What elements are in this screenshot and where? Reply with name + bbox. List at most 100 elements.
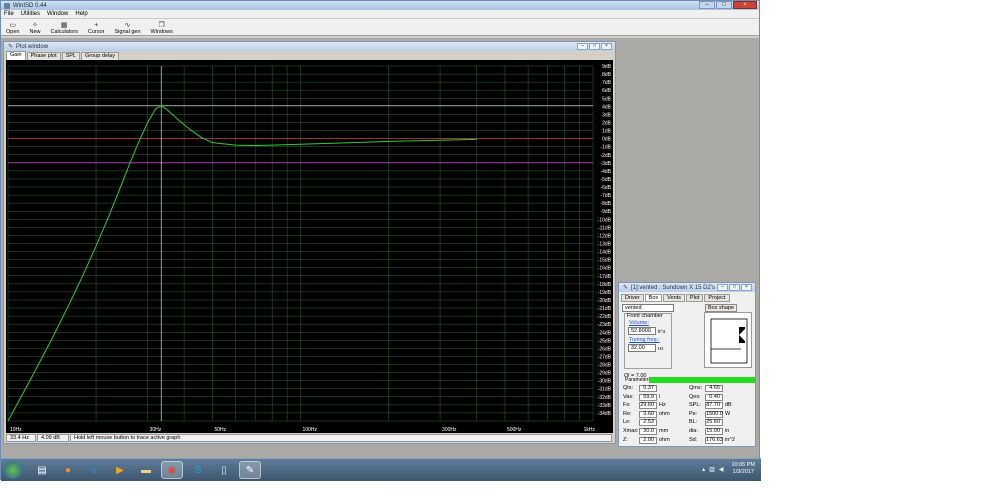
tab-spl[interactable]: SPL: [61, 52, 81, 60]
gain-response-line: [7, 105, 477, 422]
ie-icon[interactable]: e: [83, 461, 105, 479]
vented-minimize-button[interactable]: –: [717, 284, 728, 291]
y-tick-label: -12dB: [598, 233, 612, 239]
right-param-value[interactable]: 0.40: [705, 393, 723, 401]
y-tick-label: -5dB: [600, 177, 611, 183]
taskbar: ▤ ● e ▶ ▬ ◉ S ▯ ✎ ▴ ▥ ◀ 10:05 PM 1/3/201…: [1, 458, 761, 481]
plot-maximize-button[interactable]: □: [589, 43, 600, 50]
y-tick-label: 7dB: [602, 80, 612, 86]
tab-box[interactable]: Box: [644, 294, 663, 302]
left-param-value[interactable]: 0.37: [639, 385, 657, 392]
y-tick-label: 6dB: [602, 88, 612, 94]
y-tick-label: -15dB: [598, 258, 612, 264]
x-tick-label: 300Hz: [442, 427, 457, 433]
start-button[interactable]: [4, 461, 22, 479]
y-tick-label: -29dB: [598, 371, 612, 377]
calculators-button[interactable]: ▦ Calculators: [50, 22, 78, 35]
tab-project[interactable]: Project: [704, 294, 730, 302]
y-tick-label: -3dB: [600, 161, 611, 167]
right-param-value[interactable]: 15.00: [705, 428, 723, 435]
left-param-value[interactable]: 30.0: [639, 428, 657, 435]
y-tick-label: -31dB: [598, 387, 612, 393]
left-param-unit: Hz: [659, 402, 666, 409]
tab-driver[interactable]: Driver: [621, 294, 644, 302]
plot-window-title: Plot window: [16, 43, 49, 50]
left-param-name: Re:: [623, 410, 632, 417]
volume-label: Volume:: [629, 320, 649, 326]
menu-help[interactable]: Help: [75, 11, 87, 17]
tab-plot[interactable]: Plot: [685, 294, 704, 302]
right-param-value[interactable]: 4.65: [705, 385, 723, 392]
cursor-button[interactable]: + Cursor: [88, 22, 105, 35]
y-tick-label: -23dB: [598, 322, 612, 328]
vented-window-title: [1]:vented : Sundown X 15 D2's: [631, 284, 715, 291]
gain-plot-area[interactable]: 9dB 8dB 7dB 6dB 5dB 4dB 3dB 2dB 1dB 0dB -1dB -2dB -3…: [6, 60, 613, 433]
y-tick-label: -21dB: [598, 306, 612, 312]
tuning-field[interactable]: 32.00: [628, 344, 656, 352]
y-tick-label: -8dB: [600, 201, 611, 207]
parameters-progress-bar: [649, 377, 755, 383]
crosshair-icon: +: [94, 22, 99, 29]
windows-explorer-icon[interactable]: ▤: [31, 461, 53, 479]
left-param-unit: ohm: [659, 410, 670, 417]
mdi-workspace: ✎ Plot window – □ × Gain Phase plot SPL …: [1, 38, 759, 458]
right-param-value[interactable]: 87.70: [705, 402, 723, 410]
vented-maximize-button[interactable]: □: [729, 284, 740, 291]
right-param-name: dia:: [689, 428, 698, 434]
new-button[interactable]: ✧ New: [29, 22, 40, 35]
tuning-unit: Hz: [658, 346, 664, 351]
x-tick-label: 100Hz: [303, 427, 318, 433]
y-tick-label: -34dB: [598, 411, 612, 417]
folder-icon[interactable]: ▬: [135, 461, 157, 479]
menu-file[interactable]: File: [4, 11, 14, 17]
plot-minimize-button[interactable]: –: [577, 43, 588, 50]
network-icon[interactable]: ▥: [709, 466, 715, 473]
close-button[interactable]: ×: [733, 1, 757, 9]
left-param-value[interactable]: 3.60: [639, 410, 657, 418]
firefox-icon[interactable]: ●: [57, 461, 79, 479]
left-param-value[interactable]: 2.53: [639, 419, 657, 427]
tab-vents[interactable]: Vents: [663, 294, 685, 302]
tab-group-delay[interactable]: Group delay: [81, 52, 119, 60]
right-param-name: Qes:: [689, 393, 701, 400]
tab-phase-plot[interactable]: Phase plot: [26, 52, 61, 60]
minimize-button[interactable]: –: [699, 1, 715, 9]
right-param-value[interactable]: 25.60: [705, 419, 723, 427]
left-param-value[interactable]: 59.9: [639, 393, 657, 401]
vented-box-window: ✎ [1]:vented : Sundown X 15 D2's – □ × D…: [618, 282, 756, 447]
signal-gen-button[interactable]: ∿ Signal gen: [115, 22, 141, 35]
box-name-field[interactable]: vented: [622, 304, 674, 312]
x-tick-label: 500Hz: [507, 427, 522, 433]
y-tick-label: 4dB: [602, 104, 612, 110]
menu-window[interactable]: Window: [47, 11, 68, 17]
tray-arrow-icon[interactable]: ▴: [702, 466, 705, 473]
notepad-icon[interactable]: ▯: [213, 461, 235, 479]
volume-field[interactable]: 52.8000: [628, 327, 656, 335]
media-player-icon[interactable]: ▶: [109, 461, 131, 479]
skype-icon[interactable]: S: [187, 461, 209, 479]
clock[interactable]: 10:05 PM 1/3/2017: [731, 462, 755, 476]
windows-label: Windows: [150, 29, 173, 35]
left-param-unit: mm: [659, 428, 669, 434]
winisd-icon[interactable]: ✎: [239, 461, 261, 479]
right-param-value[interactable]: 1500.0: [705, 410, 723, 418]
windows-button[interactable]: ❐ Windows: [151, 22, 173, 35]
plot-close-button[interactable]: ×: [601, 43, 612, 50]
left-param-value[interactable]: 2.00: [639, 436, 657, 444]
y-tick-label: 8dB: [602, 72, 612, 78]
open-button[interactable]: ▭ Open: [6, 22, 19, 35]
volume-icon[interactable]: ◀: [719, 466, 724, 473]
vented-close-button[interactable]: ×: [741, 284, 752, 291]
maximize-button[interactable]: □: [716, 1, 732, 9]
tab-gain[interactable]: Gain: [6, 51, 26, 60]
box-shape-button[interactable]: Box shape: [705, 304, 737, 312]
right-param-value[interactable]: 176.63: [705, 436, 723, 444]
menu-utilities[interactable]: Utilities: [21, 11, 40, 17]
app-window: WinISD 0.44 – □ × File Utilities Window …: [0, 0, 761, 481]
right-param-unit: in: [725, 428, 730, 434]
left-param-name: Vas:: [623, 393, 634, 400]
y-tick-label: -13dB: [598, 242, 612, 248]
cursor-frequency: 33.4 Hz: [6, 434, 36, 442]
left-param-value[interactable]: 29.60: [639, 402, 657, 410]
chrome-icon[interactable]: ◉: [161, 461, 183, 479]
